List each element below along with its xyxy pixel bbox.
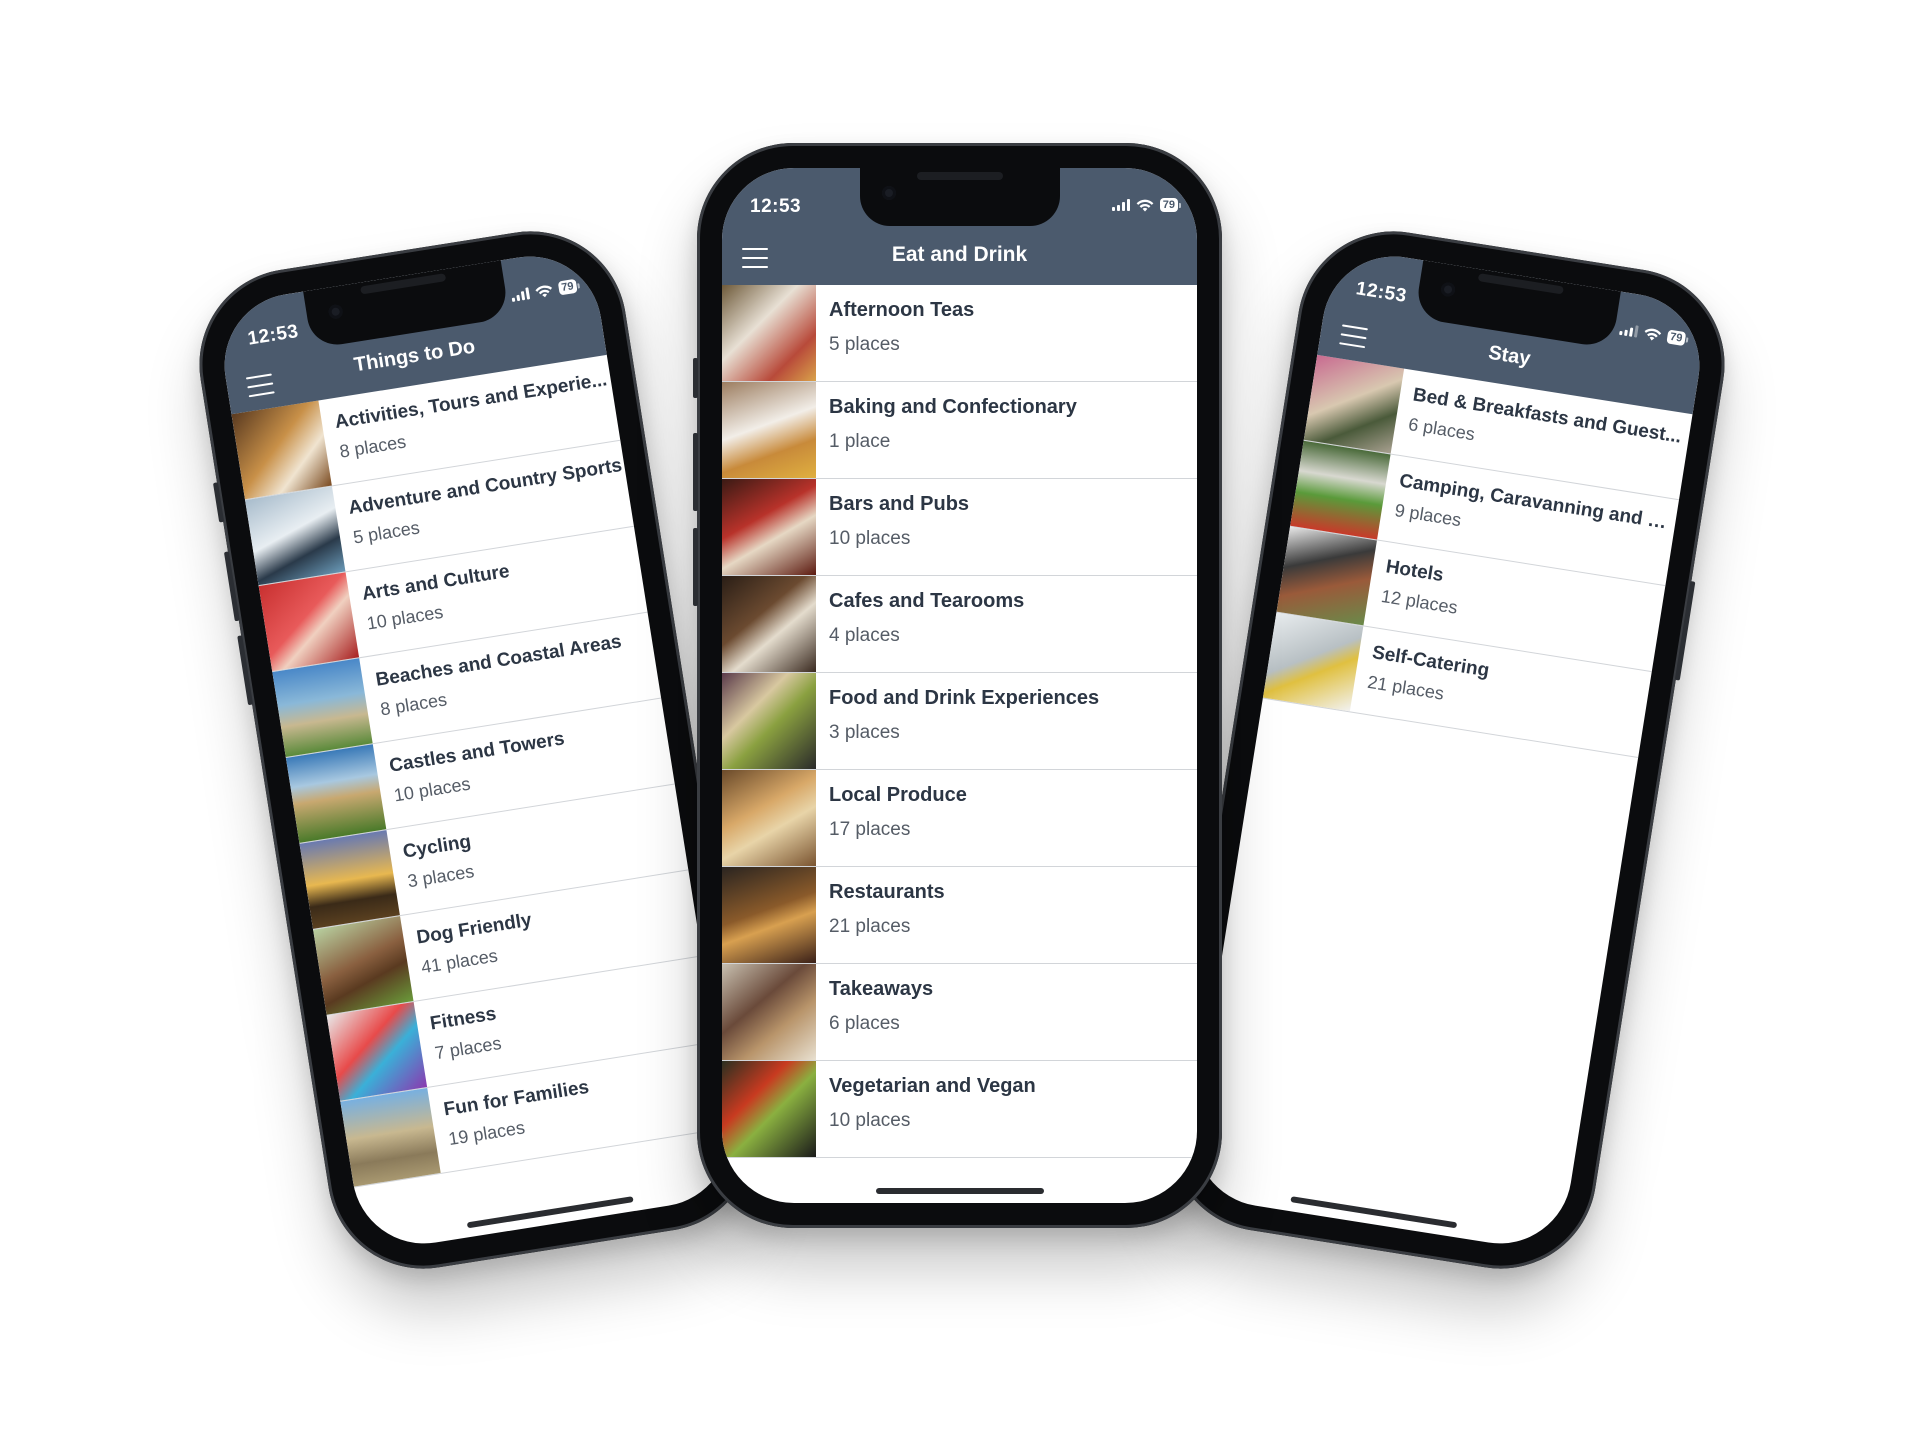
signal-icon <box>1111 199 1130 211</box>
mute-switch <box>693 358 698 398</box>
volume-down-button <box>237 635 254 706</box>
page-title: Eat and Drink <box>891 243 1028 266</box>
home-indicator[interactable] <box>875 1188 1044 1194</box>
category-list: Activities, Tours and Experie... 8 places… <box>231 354 730 1188</box>
item-name: Fitness <box>428 1003 498 1035</box>
status-icons: 79 <box>1111 198 1181 212</box>
notch <box>859 168 1060 226</box>
home-indicator[interactable] <box>466 1196 634 1229</box>
item-count: 6 places <box>829 1013 900 1034</box>
signal-icon <box>1618 323 1639 338</box>
battery-icon: 79 <box>557 278 580 296</box>
thumbnail-image <box>258 572 360 672</box>
thumbnail-image <box>313 916 414 1015</box>
list-item[interactable]: Food and Drink Experiences 3 places <box>722 673 1197 770</box>
volume-down-button <box>693 528 698 606</box>
thumbnail-image <box>722 285 816 381</box>
item-count: 7 places <box>433 1032 503 1064</box>
item-count: 5 places <box>829 334 900 355</box>
signal-icon <box>510 287 530 302</box>
item-name: Bars and Pubs <box>829 493 970 515</box>
item-name: Afternoon Teas <box>829 299 975 321</box>
thumbnail-image <box>722 770 816 866</box>
item-name: Cycling <box>401 831 473 863</box>
phone-things-to-do: 12:53 79 Things to Do Activities, Tours … <box>185 217 769 1283</box>
item-name: Food and Drink Experiences <box>829 687 1100 709</box>
wifi-icon <box>535 285 552 297</box>
list-item[interactable]: Bars and Pubs 10 places <box>722 479 1197 576</box>
thumbnail-image <box>1276 526 1377 626</box>
screen: 12:53 79 Eat and Drink Afternoon Teas 5 p… <box>722 168 1197 1203</box>
thumbnail-image <box>1262 612 1364 712</box>
thumbnail-image <box>722 479 816 575</box>
thumbnail-image <box>326 1002 428 1101</box>
item-count: 21 places <box>829 916 911 937</box>
list-item[interactable]: Baking and Confectionary 1 place <box>722 382 1197 479</box>
item-count: 1 place <box>829 431 891 452</box>
item-count: 3 places <box>829 722 900 743</box>
status-time: 12:53 <box>246 320 301 350</box>
thumbnail-image <box>231 400 332 500</box>
list-item[interactable]: Takeaways 6 places <box>722 964 1197 1061</box>
item-count: 4 places <box>829 625 900 646</box>
item-count: 3 places <box>406 861 476 892</box>
status-time: 12:53 <box>1354 278 1409 307</box>
camera-icon <box>881 186 896 200</box>
volume-up-button <box>223 551 240 622</box>
category-list: Bed & Breakfasts and Guest... 6 places Ca… <box>1262 354 1693 758</box>
screen: 12:53 79 Things to Do Activities, Tours … <box>214 246 740 1254</box>
thumbnail-image <box>722 673 816 769</box>
item-count: 17 places <box>829 819 911 840</box>
thumbnail-image <box>1303 354 1405 454</box>
list-item[interactable]: Afternoon Teas 5 places <box>722 285 1197 382</box>
wifi-icon <box>1644 328 1662 340</box>
item-name: Restaurants <box>829 881 945 903</box>
item-name: Cafes and Tearooms <box>829 590 1025 612</box>
thumbnail-image <box>722 576 816 672</box>
item-count: 10 places <box>829 1110 911 1131</box>
thumbnail-image <box>340 1087 441 1187</box>
volume-up-button <box>693 433 698 511</box>
item-name: Vegetarian and Vegan <box>829 1075 1036 1097</box>
phone-stay: 12:53 79 Stay Bed & Breakfasts and Guest… <box>1155 217 1739 1283</box>
power-button <box>1674 581 1696 681</box>
thumbnail-image <box>245 486 346 586</box>
camera-icon <box>327 303 344 320</box>
item-name: Local Produce <box>829 784 967 806</box>
phone-eat-and-drink: 12:53 79 Eat and Drink Afternoon Teas 5 p… <box>693 143 1222 1228</box>
item-count: 12 places <box>1379 585 1459 618</box>
item-name: Hotels <box>1384 556 1445 587</box>
screen: 12:53 79 Stay Bed & Breakfasts and Guest… <box>1184 246 1710 1254</box>
list-item[interactable]: Restaurants 21 places <box>722 867 1197 964</box>
battery-icon: 79 <box>1666 329 1689 347</box>
thumbnail-image <box>299 830 400 929</box>
wifi-icon <box>1136 199 1154 211</box>
thumbnail-image <box>722 867 816 963</box>
category-list: Afternoon Teas 5 places Baking and Confec… <box>722 285 1197 1158</box>
list-item[interactable]: Vegetarian and Vegan 10 places <box>722 1061 1197 1158</box>
status-time: 12:53 <box>750 196 802 217</box>
thumbnail-image <box>272 658 373 758</box>
thumbnail-image <box>722 382 816 478</box>
thumbnail-image <box>722 964 816 1060</box>
item-count: 10 places <box>829 528 911 549</box>
status-icons: 79 <box>1618 322 1690 347</box>
battery-icon: 79 <box>1159 198 1181 212</box>
list-item[interactable]: Cafes and Tearooms 4 places <box>722 576 1197 673</box>
item-name: Takeaways <box>829 978 934 1000</box>
item-name: Baking and Confectionary <box>829 396 1077 418</box>
thumbnail-image <box>1290 440 1391 540</box>
status-icons: 79 <box>510 278 581 303</box>
home-indicator[interactable] <box>1290 1196 1458 1229</box>
list-item[interactable]: Local Produce 17 places <box>722 770 1197 867</box>
thumbnail-image <box>285 744 387 843</box>
thumbnail-image <box>722 1061 816 1157</box>
camera-icon <box>1440 281 1457 298</box>
mute-switch <box>212 482 225 523</box>
